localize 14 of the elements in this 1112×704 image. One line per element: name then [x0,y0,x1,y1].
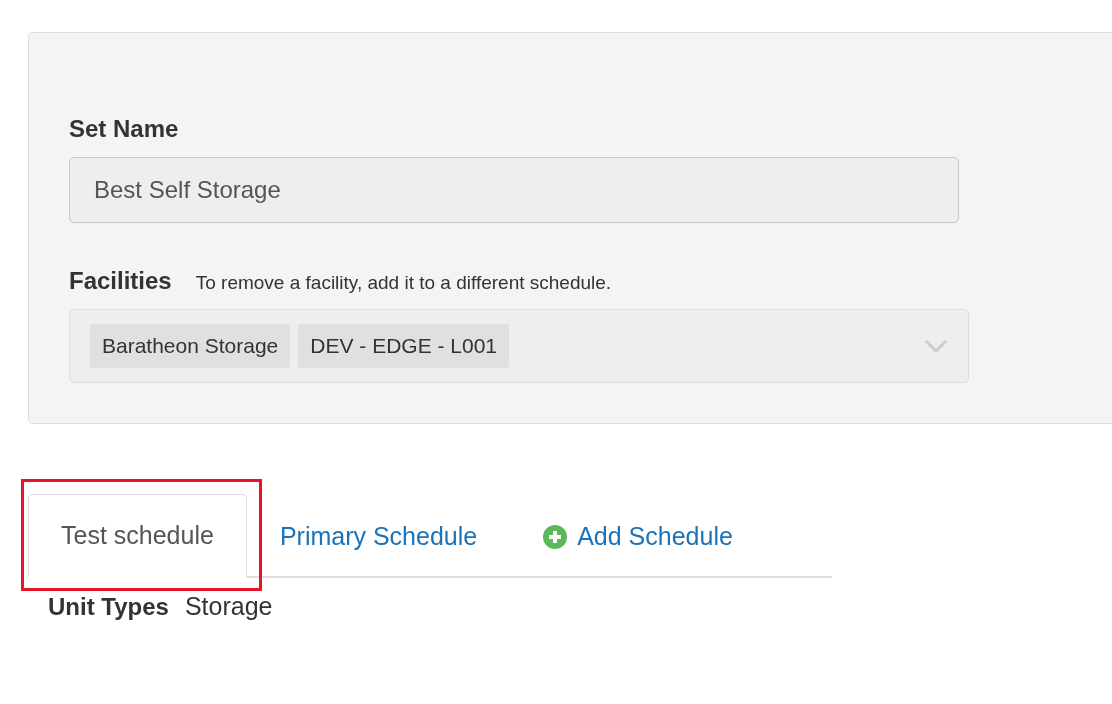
facilities-select[interactable]: Baratheon Storage DEV - EDGE - L001 [69,309,969,383]
facility-tag: DEV - EDGE - L001 [298,324,510,368]
set-name-label: Set Name [69,115,180,143]
add-schedule-tab[interactable]: Add Schedule [510,496,766,576]
facility-tag: Baratheon Storage [90,324,291,368]
facilities-label: Facilities [69,267,172,295]
unit-types-label: Unit Types [48,593,169,621]
plus-circle-icon [543,524,568,549]
facilities-hint: To remove a facility, add it to a different schedule. [195,272,612,294]
schedule-tab[interactable]: Primary Schedule [246,496,511,576]
schedule-tab[interactable]: Test schedule [28,494,247,578]
unit-types-value: Storage [184,592,273,621]
set-name-field[interactable]: Best Self Storage [69,157,959,223]
chevron-down-icon [924,339,948,353]
